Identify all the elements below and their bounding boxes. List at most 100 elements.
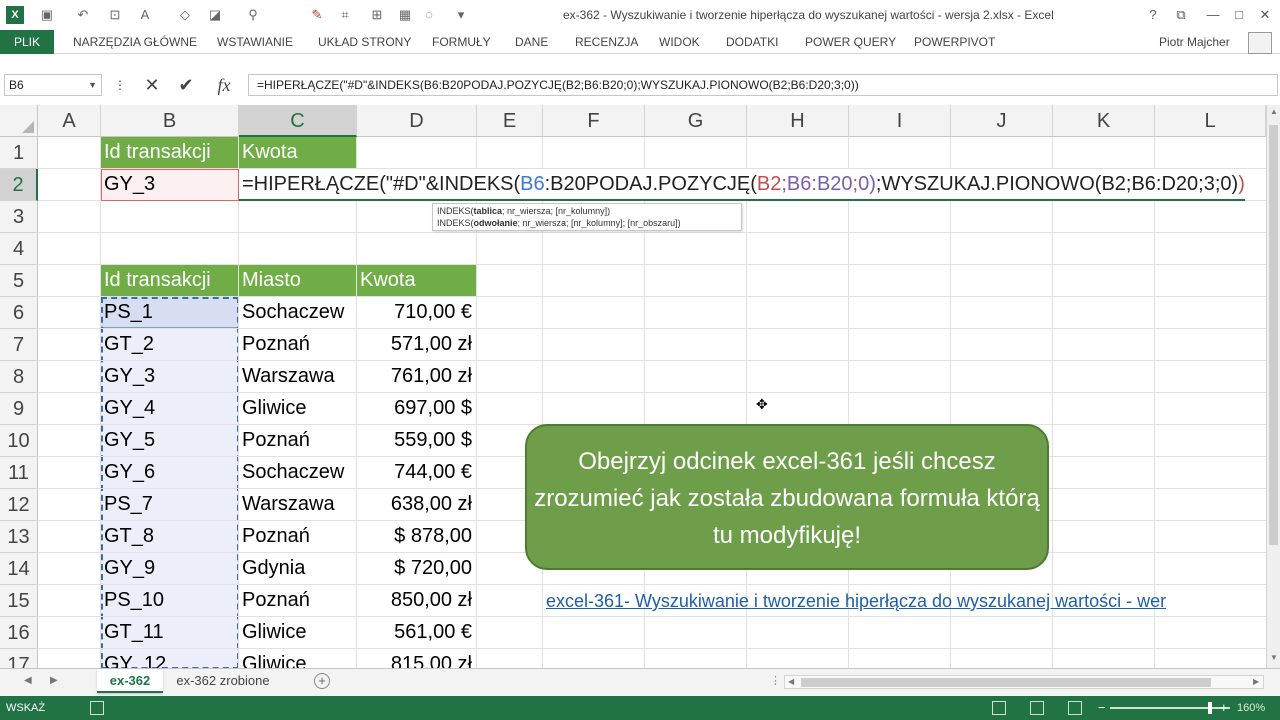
fill-color-icon[interactable]: ◇ bbox=[176, 6, 194, 24]
horizontal-scrollbar[interactable]: ◀ ▶ bbox=[784, 675, 1264, 689]
eraser-icon[interactable]: ✎ bbox=[308, 6, 326, 24]
tab-power-query[interactable]: POWER QUERY bbox=[805, 30, 896, 54]
table-cell-id[interactable]: GY_6 bbox=[101, 457, 239, 489]
table-cell-id[interactable]: GY_12 bbox=[101, 649, 239, 668]
chevron-down-icon[interactable]: ▼ bbox=[88, 75, 97, 95]
scroll-down-icon[interactable]: ▼ bbox=[1270, 653, 1278, 662]
tab-powerpivot[interactable]: POWERPIVOT bbox=[914, 30, 995, 54]
vertical-scrollbar[interactable]: ▲ ▼ bbox=[1266, 105, 1280, 668]
cell-c1[interactable]: Kwota bbox=[239, 137, 357, 169]
row-header-16[interactable]: 16 bbox=[0, 617, 38, 649]
normal-view-icon[interactable] bbox=[992, 701, 1006, 715]
undo-icon[interactable]: ↶ bbox=[74, 6, 92, 24]
table-cell-amount[interactable]: 571,00 zł bbox=[357, 329, 477, 361]
close-button[interactable]: ✕ bbox=[1256, 6, 1274, 24]
user-name[interactable]: Piotr Majcher bbox=[1159, 30, 1230, 54]
row-header-13[interactable]: 13 bbox=[0, 521, 38, 553]
avatar[interactable] bbox=[1248, 32, 1272, 54]
table-cell-amount[interactable]: $ 878,00 bbox=[357, 521, 477, 553]
cell-editor[interactable]: =HIPERŁĄCZE("#D"&INDEKS(B6:B20PODAJ.POZY… bbox=[239, 169, 1245, 201]
qat-more-icon[interactable]: ▾ bbox=[452, 6, 470, 24]
sheet-tab-ex-362[interactable]: ex-362 bbox=[97, 669, 163, 693]
tab-review[interactable]: RECENZJA bbox=[575, 30, 638, 54]
table-cell-amount[interactable]: 710,00 € bbox=[357, 297, 477, 329]
callout-shape[interactable]: Obejrzyj odcinek excel-361 jeśli chcesz … bbox=[525, 424, 1049, 570]
cell-c5[interactable]: Miasto bbox=[239, 265, 357, 297]
column-header-a[interactable]: A bbox=[38, 105, 101, 137]
tab-addins[interactable]: DODATKI bbox=[726, 30, 778, 54]
scroll-up-icon[interactable]: ▲ bbox=[1270, 107, 1278, 116]
table-cell-amount[interactable]: 850,00 zł bbox=[357, 585, 477, 617]
horizontal-scroll-thumb[interactable] bbox=[801, 678, 1211, 687]
name-box[interactable]: B6 ▼ bbox=[4, 74, 102, 96]
column-header-e[interactable]: E bbox=[477, 105, 543, 137]
column-header-i[interactable]: I bbox=[849, 105, 951, 137]
table-cell-city[interactable]: Sochaczew bbox=[239, 457, 357, 489]
add-sheet-icon[interactable]: + bbox=[314, 673, 330, 689]
column-header-h[interactable]: H bbox=[747, 105, 849, 137]
column-header-d[interactable]: D bbox=[357, 105, 477, 137]
table-cell-id[interactable]: GY_5 bbox=[101, 425, 239, 457]
table-cell-city[interactable]: Poznań bbox=[239, 425, 357, 457]
sheet-tab-ex-362-zrobione[interactable]: ex-362 zrobione bbox=[170, 669, 276, 693]
help-icon[interactable]: ? bbox=[1144, 6, 1162, 24]
table-cell-amount[interactable]: $ 720,00 bbox=[357, 553, 477, 585]
table-cell-city[interactable]: Gliwice bbox=[239, 393, 357, 425]
redo-icon[interactable]: ⊡ bbox=[106, 6, 124, 24]
enter-icon[interactable]: ✔ bbox=[174, 74, 198, 96]
tab-view[interactable]: WIDOK bbox=[659, 30, 700, 54]
zoom-level[interactable]: 160% bbox=[1237, 696, 1265, 720]
table-cell-id[interactable]: GT_2 bbox=[101, 329, 239, 361]
scroll-left-icon[interactable]: ◀ bbox=[788, 677, 794, 686]
row-header-6[interactable]: 6 bbox=[0, 297, 38, 329]
table-cell-city[interactable]: Sochaczew bbox=[239, 297, 357, 329]
macro-record-icon[interactable] bbox=[90, 701, 104, 715]
cell-b1[interactable]: Id transakcji bbox=[101, 137, 239, 169]
row-header-7[interactable]: 7 bbox=[0, 329, 38, 361]
insert-function-icon[interactable]: fx bbox=[210, 74, 238, 96]
table-cell-city[interactable]: Warszawa bbox=[239, 489, 357, 521]
table-cell-amount[interactable]: 638,00 zł bbox=[357, 489, 477, 521]
table-cell-id[interactable]: GT_11 bbox=[101, 617, 239, 649]
table-cell-id[interactable]: GY_9 bbox=[101, 553, 239, 585]
paint-icon[interactable]: ◌ bbox=[420, 6, 438, 24]
excel-icon[interactable]: X bbox=[6, 6, 24, 24]
tab-file[interactable]: PLIK bbox=[0, 30, 54, 54]
row-header-12[interactable]: 12 bbox=[0, 489, 38, 521]
maximize-button[interactable]: □ bbox=[1230, 6, 1248, 24]
column-header-j[interactable]: J bbox=[951, 105, 1053, 137]
table-cell-city[interactable]: Poznań bbox=[239, 585, 357, 617]
row-header-2[interactable]: 2 bbox=[0, 169, 38, 201]
minimize-button[interactable]: — bbox=[1204, 6, 1222, 24]
table-cell-id[interactable]: GY_3 bbox=[101, 361, 239, 393]
row-header-5[interactable]: 5 bbox=[0, 265, 38, 297]
column-header-b[interactable]: B bbox=[101, 105, 239, 137]
cell-b5[interactable]: Id transakcji bbox=[101, 265, 239, 297]
table-cell-city[interactable]: Poznań bbox=[239, 329, 357, 361]
zoom-in-icon[interactable]: + bbox=[1220, 700, 1228, 715]
ribbon-display-icon[interactable]: ⧉ bbox=[1172, 6, 1190, 24]
table-cell-amount[interactable]: 744,00 € bbox=[357, 457, 477, 489]
column-header-l[interactable]: L bbox=[1155, 105, 1266, 137]
table-cell-amount[interactable]: 559,00 $ bbox=[357, 425, 477, 457]
merge-icon[interactable]: ⊞ bbox=[368, 6, 386, 24]
row-header-10[interactable]: 10 bbox=[0, 425, 38, 457]
cell-b2[interactable]: GY_3 bbox=[101, 169, 239, 201]
table-cell-city[interactable]: Warszawa bbox=[239, 361, 357, 393]
border-icon[interactable]: ⌗ bbox=[336, 6, 354, 24]
table-cell-city[interactable]: Gdynia bbox=[239, 553, 357, 585]
table-cell-id[interactable]: GT_8 bbox=[101, 521, 239, 553]
table-cell-city[interactable]: Poznań bbox=[239, 521, 357, 553]
vertical-scroll-thumb[interactable] bbox=[1269, 125, 1278, 545]
sheet-prev-icon[interactable]: ◀ bbox=[24, 675, 32, 686]
table-cell-amount[interactable]: 761,00 zł bbox=[357, 361, 477, 393]
formula-input[interactable]: =HIPERŁĄCZE("#D"&INDEKS(B6:B20PODAJ.POZY… bbox=[248, 74, 1278, 96]
cancel-icon[interactable]: ✕ bbox=[140, 74, 164, 96]
link-icon[interactable]: ⚲ bbox=[244, 6, 262, 24]
table-cell-id[interactable]: GY_4 bbox=[101, 393, 239, 425]
scroll-right-icon[interactable]: ▶ bbox=[1253, 677, 1259, 686]
tab-page-layout[interactable]: UKŁAD STRONY bbox=[318, 30, 411, 54]
column-header-f[interactable]: F bbox=[543, 105, 645, 137]
table-cell-amount[interactable]: 697,00 $ bbox=[357, 393, 477, 425]
row-header-3[interactable]: 3 bbox=[0, 201, 38, 233]
